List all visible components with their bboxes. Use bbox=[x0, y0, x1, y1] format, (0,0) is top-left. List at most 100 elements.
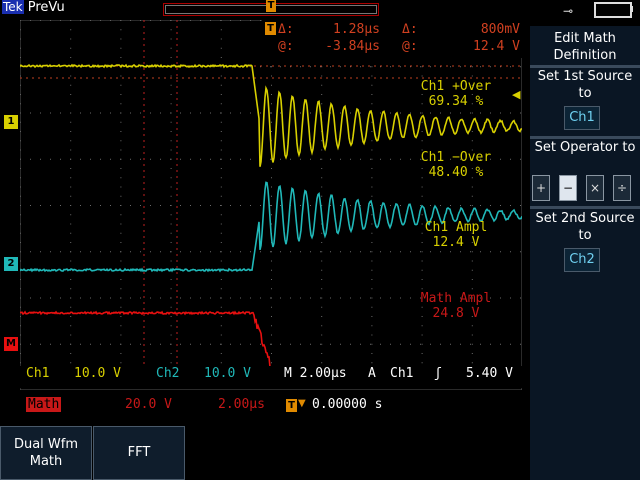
grid-dot bbox=[422, 76, 423, 77]
grid-dot bbox=[422, 214, 423, 215]
grid-dot bbox=[120, 85, 121, 86]
grid-dot bbox=[472, 353, 473, 354]
grid-dot bbox=[60, 113, 61, 114]
grid-dot bbox=[221, 159, 222, 160]
grid-dot bbox=[120, 29, 121, 30]
grid-dot bbox=[221, 298, 222, 299]
grid-dot bbox=[380, 298, 381, 299]
grid-dot bbox=[340, 113, 341, 114]
grid-dot bbox=[321, 159, 322, 160]
grid-dot bbox=[200, 113, 201, 114]
grid-dot bbox=[120, 298, 121, 299]
operator-multiply-button[interactable]: × bbox=[586, 175, 604, 201]
grid-dot bbox=[70, 214, 71, 215]
grid-dot bbox=[221, 261, 222, 262]
grid-dot bbox=[472, 279, 473, 280]
grid-dot bbox=[271, 261, 272, 262]
ch2-ground-marker[interactable]: 2 bbox=[4, 257, 18, 271]
grid-dot bbox=[330, 344, 331, 345]
grid-dot bbox=[30, 344, 31, 345]
grid-dot bbox=[221, 122, 222, 123]
set-1st-source-button[interactable]: Set 1st Source to Ch1 bbox=[530, 68, 640, 136]
grid-dot bbox=[171, 344, 172, 345]
grid-dot bbox=[330, 251, 331, 252]
grid-dot bbox=[500, 251, 501, 252]
ch2-scale: 10.0 V bbox=[204, 366, 251, 381]
set-2nd-source-value[interactable]: Ch2 bbox=[564, 248, 600, 272]
grid-dot bbox=[480, 205, 481, 206]
grid-dot bbox=[200, 344, 201, 345]
measurement-1: Ch1 +Over 69.34 % bbox=[396, 79, 516, 109]
grid-dot bbox=[70, 196, 71, 197]
grid-dot bbox=[171, 214, 172, 215]
tek-logo: Tek bbox=[2, 0, 24, 14]
fft-button[interactable]: FFT bbox=[93, 426, 185, 480]
grid-dot bbox=[221, 242, 222, 243]
grid-dot bbox=[120, 279, 121, 280]
grid-dot bbox=[390, 298, 391, 299]
grid-dot bbox=[120, 140, 121, 141]
grid-dot bbox=[520, 298, 521, 299]
operator-plus-button[interactable]: + bbox=[532, 175, 550, 201]
grid-dot bbox=[80, 205, 81, 206]
grid-dot bbox=[510, 205, 511, 206]
grid-dot bbox=[500, 205, 501, 206]
grid-dot bbox=[210, 344, 211, 345]
waveform-graticule[interactable] bbox=[20, 20, 522, 390]
operator-divide-button[interactable]: ÷ bbox=[613, 175, 631, 201]
set-2nd-source-button[interactable]: Set 2nd Source to Ch2 bbox=[530, 210, 640, 276]
grid-dot bbox=[350, 251, 351, 252]
grid-dot bbox=[300, 205, 301, 206]
grid-dot bbox=[490, 66, 491, 67]
grid-dot bbox=[271, 270, 272, 271]
grid-dot bbox=[371, 307, 372, 308]
grid-dot bbox=[221, 279, 222, 280]
grid-dot bbox=[171, 103, 172, 104]
grid-dot bbox=[460, 66, 461, 67]
grid-dot bbox=[171, 177, 172, 178]
grid-dot bbox=[270, 251, 271, 252]
timebase: M 2.00µs bbox=[284, 366, 347, 381]
grid-dot bbox=[371, 187, 372, 188]
grid-dot bbox=[470, 344, 471, 345]
grid-dot bbox=[40, 159, 41, 160]
grid-dot bbox=[330, 205, 331, 206]
grid-dot bbox=[171, 298, 172, 299]
grid-dot bbox=[70, 335, 71, 336]
set-operator-button[interactable]: Set Operator to + − × ÷ bbox=[530, 139, 640, 205]
grid-dot bbox=[280, 205, 281, 206]
grid-dot bbox=[520, 205, 521, 206]
math-scale: 20.0 V bbox=[125, 397, 172, 412]
grid-dot bbox=[70, 251, 71, 252]
grid-dot bbox=[510, 251, 511, 252]
ch1-ground-marker[interactable]: 1 bbox=[4, 115, 18, 129]
grid-dot bbox=[90, 159, 91, 160]
dual-wfm-math-button[interactable]: Dual Wfm Math bbox=[0, 426, 92, 480]
grid-dot bbox=[221, 94, 222, 95]
grid-dot bbox=[320, 344, 321, 345]
set-1st-source-value[interactable]: Ch1 bbox=[564, 106, 600, 130]
operator-minus-button[interactable]: − bbox=[559, 175, 577, 201]
grid-dot bbox=[260, 344, 261, 345]
math-ground-marker[interactable]: M bbox=[4, 337, 18, 351]
grid-dot bbox=[70, 103, 71, 104]
grid-dot bbox=[210, 251, 211, 252]
grid-dot bbox=[520, 66, 521, 67]
trigger-slope-icon: ʃ bbox=[434, 366, 442, 381]
grid-dot bbox=[350, 298, 351, 299]
grid-dot bbox=[371, 242, 372, 243]
grid-dot bbox=[130, 251, 131, 252]
grid-dot bbox=[422, 261, 423, 262]
grid-dot bbox=[70, 205, 71, 206]
grid-dot bbox=[221, 344, 222, 345]
grid-dot bbox=[171, 39, 172, 40]
measurement-label: Ch1 +Over bbox=[396, 79, 516, 94]
grid-dot bbox=[450, 113, 451, 114]
grid-dot bbox=[221, 48, 222, 49]
grid-dot bbox=[422, 353, 423, 354]
grid-dot bbox=[380, 159, 381, 160]
trigger-position-icon: T bbox=[266, 0, 276, 12]
grid-dot bbox=[470, 205, 471, 206]
grid-dot bbox=[310, 205, 311, 206]
grid-dot bbox=[140, 251, 141, 252]
